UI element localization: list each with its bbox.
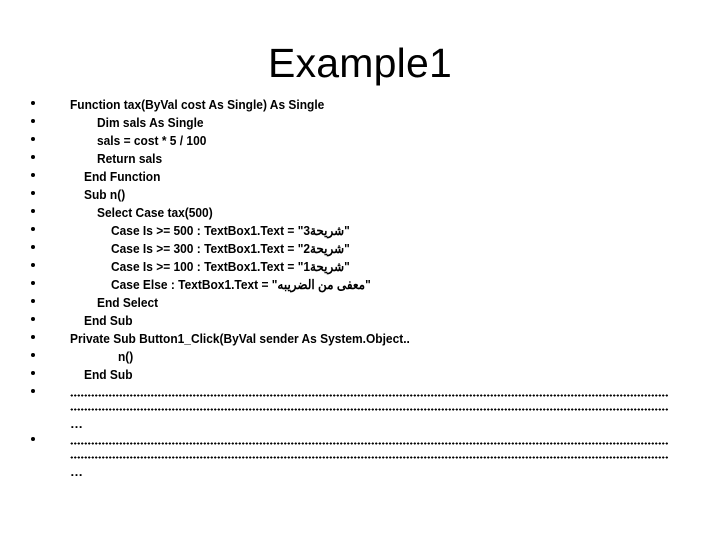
bullet-icon: [31, 299, 35, 303]
dotted-placeholder: [70, 408, 668, 411]
bullet-icon: [31, 209, 35, 213]
arabic-string: معفى من الضريبه: [277, 277, 366, 292]
bullet-icon: [31, 137, 35, 141]
code-prefix: Case Is >= 500 : TextBox1.Text = ": [111, 223, 304, 238]
ellipsis: …: [70, 416, 83, 431]
code-text: Dim sals As Single: [97, 115, 204, 130]
code-text: End Sub: [84, 367, 133, 382]
bullet-icon: [31, 353, 35, 357]
bullet-icon: [31, 245, 35, 249]
code-line: Case Is >= 300 : TextBox1.Text = "شريحة2…: [0, 240, 720, 258]
code-line: Return sals: [0, 150, 720, 168]
code-prefix: Case Is >= 300 : TextBox1.Text = ": [111, 241, 304, 256]
code-line: sals = cost * 5 / 100: [0, 132, 720, 150]
code-line: Sub n(): [0, 186, 720, 204]
code-line: Dim sals As Single: [0, 114, 720, 132]
code-text: Case Is >= 500 : TextBox1.Text = "شريحة3…: [111, 222, 350, 240]
code-text: Private Sub Button1_Click(ByVal sender A…: [70, 331, 410, 346]
code-line: End Sub: [0, 312, 720, 330]
code-text: sals = cost * 5 / 100: [97, 133, 207, 148]
dotted-placeholder: [70, 442, 668, 445]
code-text: End Sub: [84, 313, 133, 328]
bullet-icon: [31, 155, 35, 159]
slide-title-text: Example1: [268, 40, 452, 86]
code-line: Function tax(ByVal cost As Single) As Si…: [0, 96, 720, 114]
dotted-placeholder: [70, 394, 668, 397]
code-line: End Sub: [0, 366, 720, 384]
arabic-string: شريحة2: [303, 241, 345, 256]
slide-title: Example1: [0, 40, 720, 87]
ellipsis: …: [70, 464, 83, 479]
code-line: End Function: [0, 168, 720, 186]
dotted-placeholder: [70, 456, 668, 459]
code-text: End Select: [97, 295, 159, 310]
bullet-icon: [31, 389, 35, 393]
blank-line-1: …: [0, 384, 720, 431]
bullet-icon: [31, 335, 35, 339]
code-suffix: ": [344, 241, 350, 256]
bullet-icon: [31, 371, 35, 375]
arabic-string: شريحة1: [303, 259, 345, 274]
code-text: Case Else : TextBox1.Text = "معفى من الض…: [111, 276, 371, 294]
code-text: Case Is >= 300 : TextBox1.Text = "شريحة2…: [111, 240, 350, 258]
code-prefix: Case Else : TextBox1.Text = ": [111, 277, 278, 292]
blank-line-2: …: [0, 432, 720, 479]
code-line: n(): [0, 348, 720, 366]
code-suffix: ": [344, 223, 350, 238]
code-line: Case Is >= 500 : TextBox1.Text = "شريحة3…: [0, 222, 720, 240]
bullet-icon: [31, 437, 35, 441]
bullet-icon: [31, 191, 35, 195]
bullet-icon: [31, 281, 35, 285]
bullet-icon: [31, 317, 35, 321]
code-text: Return sals: [97, 151, 163, 166]
code-suffix: ": [365, 277, 371, 292]
code-text: End Function: [84, 169, 161, 184]
code-line: Select Case tax(500): [0, 204, 720, 222]
bullet-icon: [31, 119, 35, 123]
bullet-icon: [31, 263, 35, 267]
code-text: Function tax(ByVal cost As Single) As Si…: [70, 97, 325, 112]
code-line: Private Sub Button1_Click(ByVal sender A…: [0, 330, 720, 348]
code-text: Case Is >= 100 : TextBox1.Text = "شريحة1…: [111, 258, 350, 276]
code-text: Sub n(): [84, 187, 126, 202]
bullet-icon: [31, 101, 35, 105]
arabic-string: شريحة3: [303, 223, 345, 238]
code-line: Case Else : TextBox1.Text = "معفى من الض…: [0, 276, 720, 294]
bullet-icon: [31, 173, 35, 177]
code-text: n(): [118, 349, 134, 364]
code-line: Case Is >= 100 : TextBox1.Text = "شريحة1…: [0, 258, 720, 276]
code-prefix: Case Is >= 100 : TextBox1.Text = ": [111, 259, 304, 274]
code-text: Select Case tax(500): [97, 205, 213, 220]
code-line: End Select: [0, 294, 720, 312]
bullet-icon: [31, 227, 35, 231]
code-suffix: ": [344, 259, 350, 274]
